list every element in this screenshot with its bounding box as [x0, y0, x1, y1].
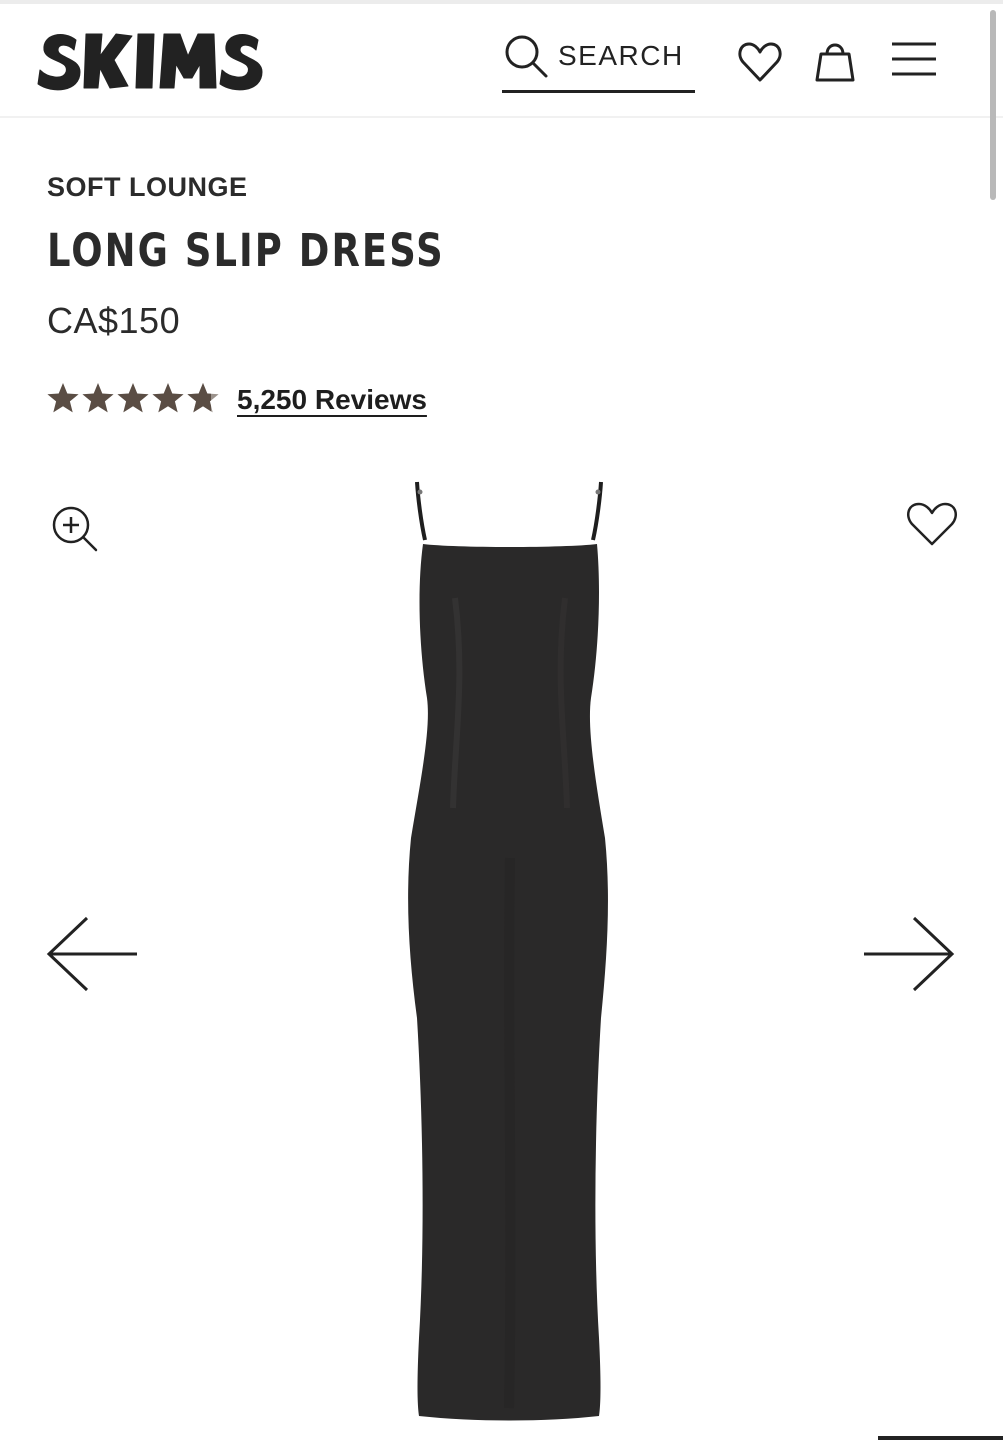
brand-logo[interactable] [36, 26, 266, 96]
star-icon [82, 383, 114, 413]
rating-stars [45, 380, 221, 420]
product-price: CA$150 [47, 300, 181, 341]
star-icon [152, 383, 184, 413]
reviews-link[interactable]: 5,250 Reviews [237, 384, 427, 416]
wishlist-button[interactable] [738, 40, 782, 89]
heart-icon [906, 502, 958, 546]
shopping-bag-icon [815, 43, 855, 82]
arrow-right-icon [864, 916, 955, 992]
search-icon [505, 35, 548, 78]
star-icon [117, 383, 149, 413]
product-image [395, 478, 625, 1428]
skims-logo-icon [37, 33, 263, 91]
bottom-indicator [878, 1436, 1003, 1440]
cart-button[interactable] [812, 38, 858, 89]
star-icon [47, 383, 79, 413]
product-page: SEARCH SOFT LOUNGE LONG SLIP DRESS CA$15… [0, 0, 1003, 1440]
search-label: SEARCH [558, 40, 684, 71]
search-bar[interactable]: SEARCH [502, 32, 695, 93]
zoom-button[interactable] [50, 504, 100, 559]
scrollbar[interactable] [990, 10, 996, 200]
menu-button[interactable] [890, 40, 938, 85]
previous-image-button[interactable] [45, 914, 141, 999]
site-header: SEARCH [0, 4, 1003, 118]
dress-image [408, 481, 608, 1421]
zoom-in-icon [52, 506, 98, 552]
product-title: LONG SLIP DRESS [47, 224, 445, 277]
gallery-wishlist-button[interactable] [905, 500, 959, 553]
next-image-button[interactable] [860, 914, 956, 999]
product-gallery [0, 460, 1003, 1440]
arrow-left-icon [46, 916, 137, 992]
menu-icon [892, 42, 936, 76]
product-collection: SOFT LOUNGE [47, 172, 248, 202]
heart-icon [738, 42, 782, 82]
